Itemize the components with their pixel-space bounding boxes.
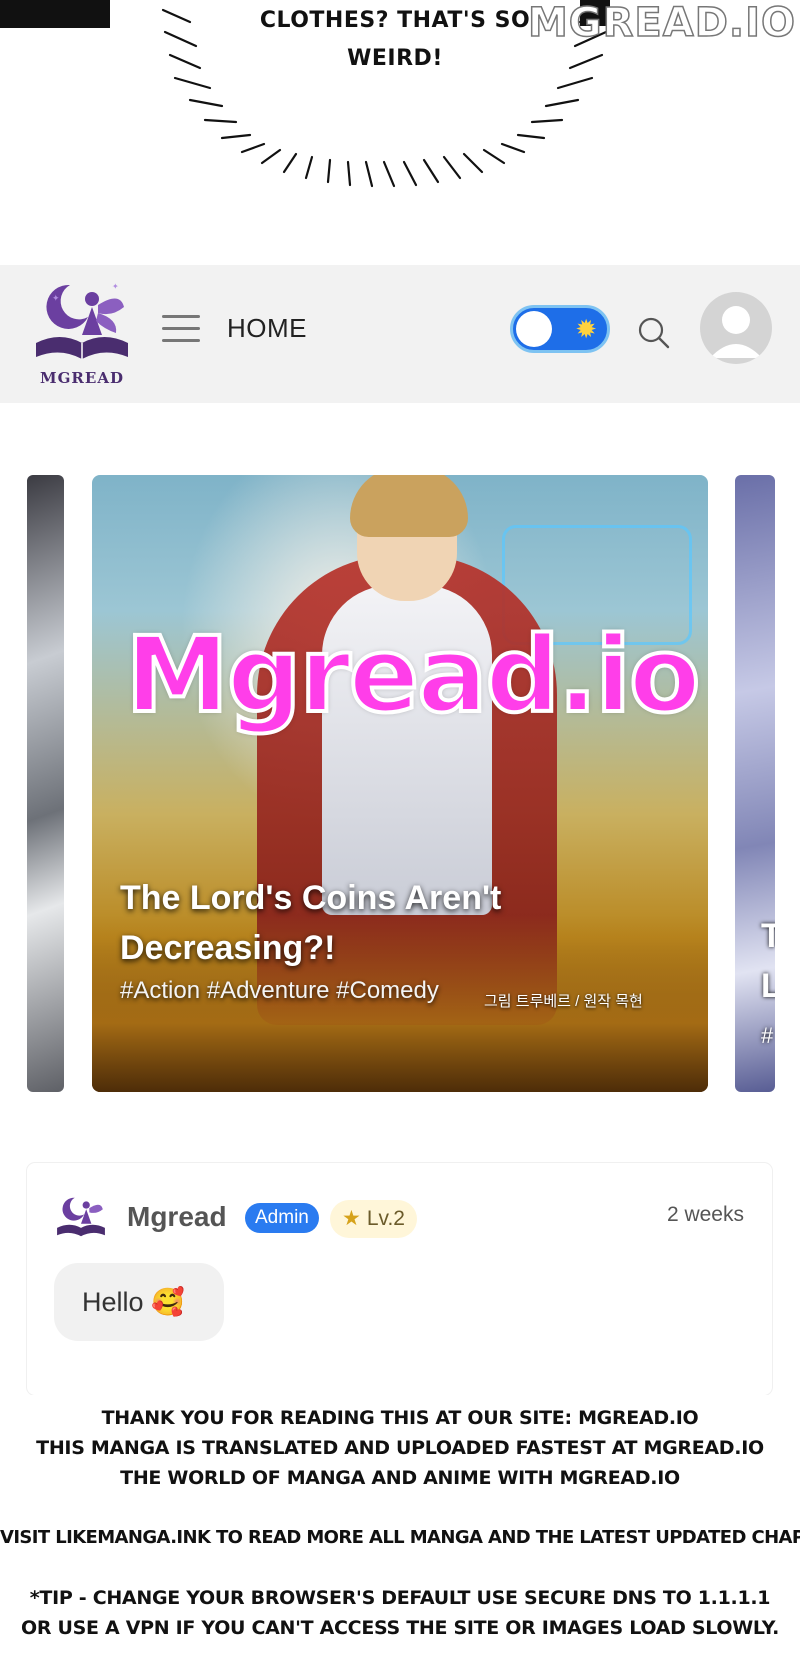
footer-line-4: VISIT LIKEMANGA.INK TO READ MORE ALL MAN… — [0, 1527, 800, 1548]
level-badge: ★ Lv.2 — [330, 1200, 417, 1238]
search-icon[interactable] — [636, 315, 672, 351]
comment-text: Hello 🥰 — [54, 1263, 224, 1341]
footer-line-5: *TIP - CHANGE YOUR BROWSER'S DEFAULT USE… — [29, 1587, 771, 1609]
svg-text:✦: ✦ — [112, 282, 119, 291]
menu-hamburger-icon[interactable] — [162, 315, 200, 345]
toggle-knob — [516, 311, 552, 347]
site-logo[interactable]: ✦ ✦ MGREAD — [32, 277, 132, 387]
carousel-card-next[interactable]: T L # — [735, 475, 775, 1092]
speech-line-1: CLOTHES? THAT'S SO — [259, 8, 531, 33]
footer-line-2: THIS MANGA IS TRANSLATED AND UPLOADED FA… — [36, 1437, 764, 1459]
manga-carousel: The Lord's Coins Aren't Decreasing?! 그림 … — [0, 403, 800, 1093]
footer-line-1: THANK YOU FOR READING THIS AT OUR SITE: … — [101, 1407, 699, 1429]
level-badge-label: Lv.2 — [366, 1207, 405, 1230]
speech-line-2: WEIRD! — [347, 46, 443, 71]
comment-card: Mgread Admin ★ Lv.2 2 weeks Hello 🥰 — [27, 1163, 772, 1395]
manga-title: The Lord's Coins Aren't Decreasing?! — [120, 873, 680, 973]
manga-title-line-2: Decreasing?! — [120, 929, 336, 967]
user-avatar-icon[interactable] — [700, 292, 772, 364]
page: CLOTHES? THAT'S SO WEIRD! MGREAD.IO ✦ ✦ … — [0, 0, 800, 1665]
admin-badge: Admin — [245, 1203, 319, 1233]
carousel-card-main[interactable]: The Lord's Coins Aren't Decreasing?! 그림 … — [92, 475, 708, 1092]
commenter-name[interactable]: Mgread — [127, 1201, 227, 1233]
commenter-avatar-icon[interactable] — [55, 1193, 107, 1241]
manga-title-line-1: The Lord's Coins Aren't — [120, 879, 502, 917]
credits-footer: THANK YOU FOR READING THIS AT OUR SITE: … — [0, 1395, 800, 1665]
svg-text:✦: ✦ — [52, 293, 60, 303]
footer-line-6: OR USE A VPN IF YOU CAN'T ACCESS THE SIT… — [20, 1617, 780, 1639]
cover-credit: 그림 트루베르 / 원작 목현 — [484, 993, 643, 1010]
carousel-card-prev[interactable] — [27, 475, 64, 1092]
cover-art-hair — [350, 475, 468, 537]
overlay-watermark: Mgread.io — [124, 613, 703, 737]
fairy-book-logo-icon: ✦ ✦ — [36, 282, 128, 359]
next-card-tag-fragment: # — [761, 1023, 774, 1048]
site-header: ✦ ✦ MGREAD HOME ✹ — [0, 265, 800, 403]
footer-line-3: THE WORLD OF MANGA AND ANIME WITH MGREAD… — [120, 1467, 680, 1489]
logo-text: MGREAD — [40, 369, 124, 387]
next-card-title-fragment-1: T — [761, 917, 775, 955]
nav-home-link[interactable]: HOME — [227, 313, 307, 344]
watermark-top: MGREAD.IO — [527, 0, 796, 47]
manga-panel-top: CLOTHES? THAT'S SO WEIRD! MGREAD.IO — [0, 0, 800, 265]
next-card-title-fragment-2: L — [761, 967, 775, 1005]
manga-tags: #Action #Adventure #Comedy — [120, 977, 439, 1004]
comment-time: 2 weeks — [666, 1203, 744, 1226]
sun-icon: ✹ — [575, 314, 597, 344]
theme-toggle[interactable]: ✹ — [510, 305, 610, 353]
star-icon: ★ — [342, 1207, 361, 1230]
speech-bubble-text: CLOTHES? THAT'S SO WEIRD! — [250, 2, 540, 78]
